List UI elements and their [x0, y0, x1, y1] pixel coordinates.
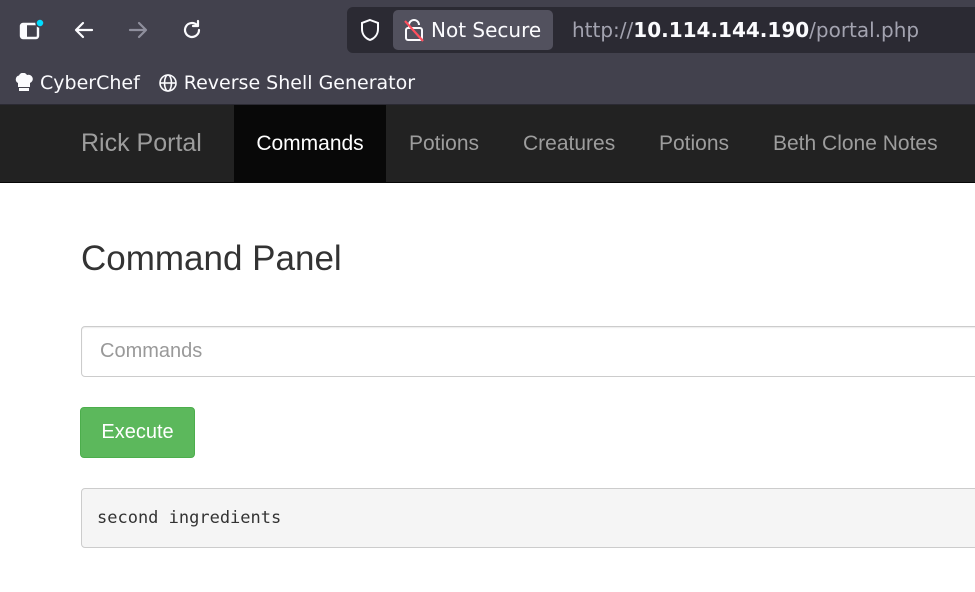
- sidebar-icon: [19, 18, 45, 40]
- nav-item-potions[interactable]: Potions: [386, 105, 502, 182]
- command-output: second ingredients: [81, 488, 975, 548]
- site-navbar: Rick Portal Commands Potions Creatures P…: [0, 105, 975, 183]
- site-security-indicator[interactable]: Not Secure: [393, 10, 554, 50]
- execute-button[interactable]: Execute: [80, 407, 195, 458]
- globe-icon: [158, 74, 177, 92]
- url-scheme: http://: [572, 18, 634, 42]
- reload-icon: [183, 19, 201, 39]
- sidebar-toggle-button[interactable]: [14, 12, 50, 48]
- brand-link[interactable]: Rick Portal: [81, 105, 202, 182]
- nav-item-creatures[interactable]: Creatures: [500, 105, 638, 182]
- nav-item-commands[interactable]: Commands: [234, 105, 386, 182]
- command-input[interactable]: [81, 326, 975, 377]
- arrow-left-icon: [74, 21, 94, 39]
- tracking-protection-button[interactable]: [357, 17, 383, 43]
- address-bar[interactable]: Not Secure http://10.114.144.190/portal.…: [347, 7, 975, 53]
- bookmark-label: Reverse Shell Generator: [183, 72, 416, 94]
- nav-item-potions-2[interactable]: Potions: [636, 105, 752, 182]
- bookmark-reverse-shell-generator[interactable]: Reverse Shell Generator: [158, 72, 415, 94]
- url-text[interactable]: http://10.114.144.190/portal.php: [572, 7, 919, 53]
- chef-hat-icon: [15, 73, 33, 91]
- back-button[interactable]: [66, 12, 102, 48]
- shield-icon: [361, 18, 379, 42]
- insecure-lock-icon: [403, 17, 425, 43]
- bookmark-cyberchef[interactable]: CyberChef: [14, 72, 140, 94]
- bookmarks-bar: CyberChef Reverse Shell Generator: [0, 62, 975, 105]
- not-secure-label: Not Secure: [431, 18, 542, 42]
- nav-item-beth-clone-notes[interactable]: Beth Clone Notes: [750, 105, 961, 182]
- reload-button[interactable]: [174, 12, 210, 48]
- browser-toolbar: Not Secure http://10.114.144.190/portal.…: [0, 0, 975, 62]
- url-host: 10.114.144.190: [633, 18, 810, 42]
- forward-button[interactable]: [120, 12, 156, 48]
- arrow-right-icon: [128, 21, 148, 39]
- url-path: /portal.php: [809, 18, 920, 42]
- bookmark-label: CyberChef: [40, 72, 140, 94]
- page-title: Command Panel: [81, 239, 342, 278]
